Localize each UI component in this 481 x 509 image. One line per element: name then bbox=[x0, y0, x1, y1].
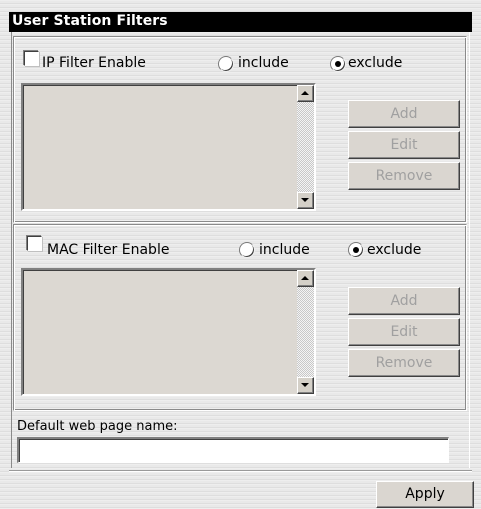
panel-title: User Station Filters bbox=[12, 13, 168, 29]
ip-exclude-label: exclude bbox=[348, 55, 403, 71]
ip-list-scroll-down-button[interactable] bbox=[297, 192, 314, 209]
mac-list-scroll-down-button[interactable] bbox=[297, 377, 314, 394]
panel-title-bar: User Station Filters bbox=[9, 12, 472, 32]
footer-separator bbox=[9, 470, 472, 472]
mac-remove-button[interactable]: Remove bbox=[348, 349, 460, 377]
ip-add-button[interactable]: Add bbox=[348, 100, 460, 128]
apply-button[interactable]: Apply bbox=[376, 481, 474, 508]
mac-add-button[interactable]: Add bbox=[348, 287, 460, 315]
default-page-label: Default web page name: bbox=[17, 419, 178, 434]
mac-exclude-label: exclude bbox=[367, 242, 422, 258]
mac-filter-enable-label: MAC Filter Enable bbox=[47, 242, 170, 258]
ip-filter-list[interactable] bbox=[21, 83, 316, 211]
ip-list-scroll-up-button[interactable] bbox=[297, 85, 314, 102]
mac-filter-list[interactable] bbox=[21, 268, 316, 396]
mac-edit-button[interactable]: Edit bbox=[348, 318, 460, 346]
ip-include-radio[interactable] bbox=[218, 56, 234, 72]
scroll-up-arrow-icon bbox=[301, 91, 309, 95]
ip-remove-button[interactable]: Remove bbox=[348, 162, 460, 190]
ip-filter-list-scrollbar[interactable] bbox=[297, 85, 314, 209]
ip-include-label: include bbox=[238, 55, 289, 71]
default-page-input[interactable] bbox=[17, 437, 449, 463]
scroll-down-arrow-icon bbox=[301, 198, 309, 202]
mac-include-radio[interactable] bbox=[239, 242, 255, 258]
scroll-up-arrow-icon bbox=[301, 276, 309, 280]
ip-filter-enable-checkbox[interactable] bbox=[24, 51, 39, 66]
ip-exclude-radio[interactable] bbox=[330, 56, 346, 72]
mac-list-scroll-up-button[interactable] bbox=[297, 270, 314, 287]
ip-filter-enable-label: IP Filter Enable bbox=[42, 55, 146, 71]
scroll-down-arrow-icon bbox=[301, 383, 309, 387]
mac-include-label: include bbox=[259, 242, 310, 258]
mac-filter-enable-checkbox[interactable] bbox=[27, 236, 42, 251]
mac-filter-list-scrollbar[interactable] bbox=[297, 270, 314, 394]
mac-exclude-radio[interactable] bbox=[348, 242, 364, 258]
ip-edit-button[interactable]: Edit bbox=[348, 131, 460, 159]
